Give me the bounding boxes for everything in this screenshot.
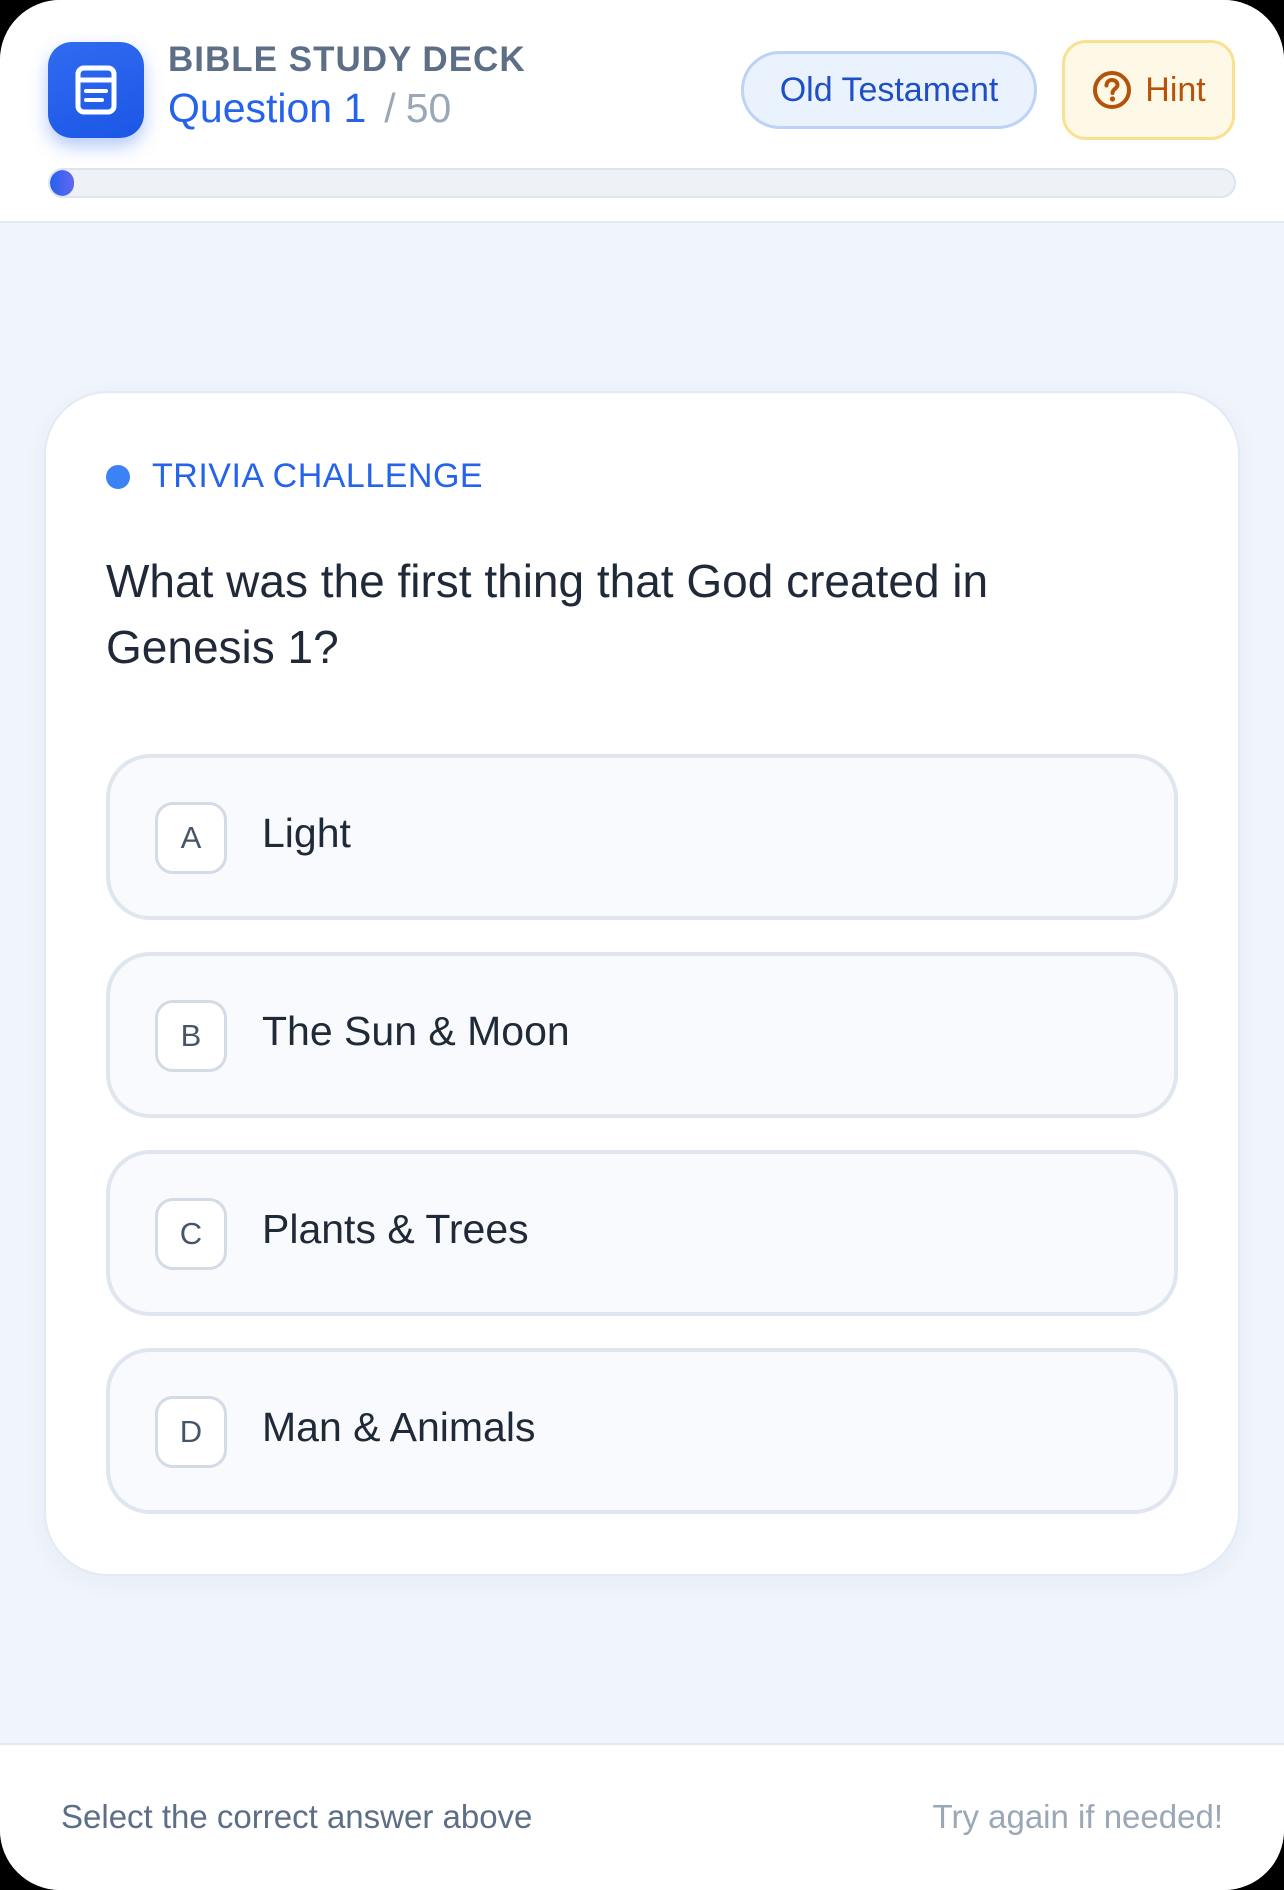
- quiz-screen: BIBLE STUDY DECK Question 1 /50 Old Testa…: [0, 0, 1284, 1890]
- option-b[interactable]: B The Sun & Moon: [106, 952, 1178, 1118]
- option-letter-badge: B: [155, 1000, 227, 1072]
- hint-button[interactable]: Hint: [1062, 40, 1235, 140]
- hint-label: Hint: [1145, 70, 1206, 109]
- option-letter-badge: A: [155, 802, 227, 874]
- option-text: Light: [262, 810, 351, 856]
- option-d[interactable]: D Man & Animals: [106, 1348, 1178, 1514]
- question-card: TRIVIA CHALLENGE What was the first thin…: [44, 391, 1240, 1576]
- option-text: Plants & Trees: [262, 1206, 529, 1252]
- question-circle-icon: [1093, 71, 1132, 109]
- question-counter: Question 1 /50: [168, 85, 451, 132]
- tag-label: TRIVIA CHALLENGE: [152, 457, 484, 495]
- option-a[interactable]: A Light: [106, 754, 1178, 920]
- option-text: The Sun & Moon: [262, 1008, 570, 1054]
- question-label: Question 1: [168, 85, 367, 131]
- challenge-tag: TRIVIA CHALLENGE: [106, 457, 483, 496]
- option-text: Man & Animals: [262, 1404, 536, 1450]
- deck-title: BIBLE STUDY DECK: [168, 40, 526, 79]
- option-c[interactable]: C Plants & Trees: [106, 1150, 1178, 1316]
- tag-dot-icon: [106, 464, 130, 489]
- progress-fill: [50, 170, 74, 196]
- question-separator: /: [384, 85, 396, 131]
- footer: Select the correct answer above Try agai…: [0, 1743, 1284, 1890]
- question-total: 50: [405, 85, 452, 131]
- header: BIBLE STUDY DECK Question 1 /50 Old Testa…: [0, 0, 1284, 223]
- option-letter-badge: C: [155, 1198, 227, 1270]
- question-text: What was the first thing that God create…: [106, 555, 989, 673]
- footer-encouragement: Try again if needed!: [932, 1798, 1223, 1835]
- option-letter-badge: D: [155, 1396, 227, 1468]
- category-pill[interactable]: Old Testament: [741, 51, 1037, 129]
- progress-bar: [48, 168, 1236, 198]
- book-icon: [48, 42, 144, 138]
- footer-instruction: Select the correct answer above: [61, 1798, 533, 1835]
